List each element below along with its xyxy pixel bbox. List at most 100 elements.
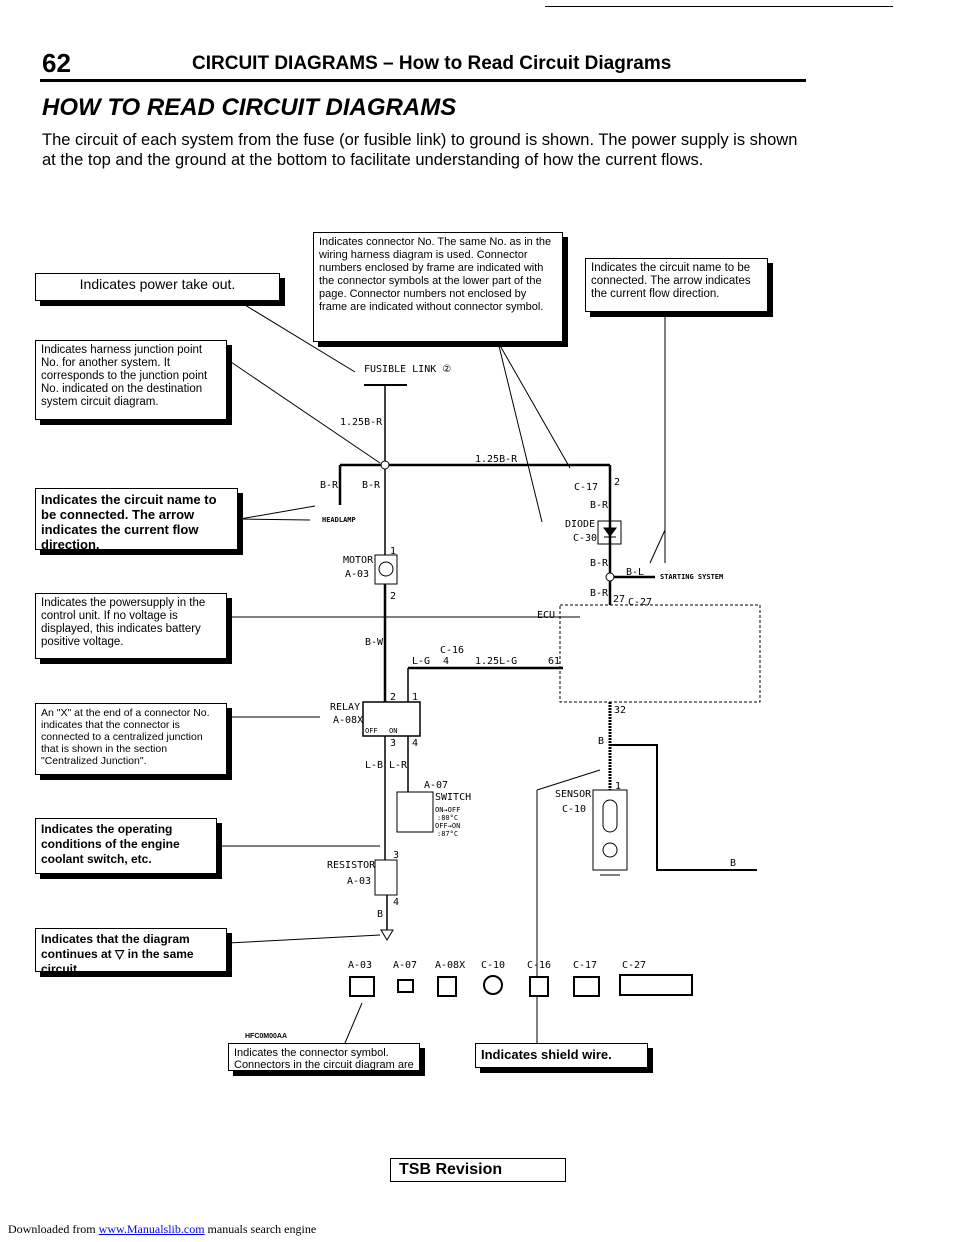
- label: :80°C: [437, 814, 458, 822]
- label: 4: [412, 738, 418, 749]
- label: B: [377, 909, 383, 920]
- diagram-element: [218, 301, 761, 1044]
- label: 1.25B-R: [340, 417, 383, 428]
- label: RESISTOR: [327, 860, 376, 871]
- label: STARTING SYSTEM: [660, 573, 723, 581]
- manual-page: 62 CIRCUIT DIAGRAMS – How to Read Circui…: [0, 0, 960, 1242]
- label: B-R: [362, 480, 381, 491]
- label: 32: [614, 705, 626, 716]
- label: OFF→ON: [435, 822, 460, 830]
- label: 1: [412, 692, 418, 703]
- label: B: [730, 858, 736, 869]
- label: 4: [443, 656, 449, 667]
- connector-label: A-08X: [333, 715, 363, 726]
- label: 1: [390, 546, 396, 557]
- connector-symbol: [573, 976, 600, 997]
- sensor-symbol: [602, 842, 618, 858]
- label: C-30: [573, 533, 597, 544]
- label: B-R: [320, 480, 339, 491]
- leader-line: [536, 769, 601, 791]
- motor-box: [374, 554, 398, 585]
- diagram-element: FUSIBLE LINK ② 1.25B-R 1.25B-R B-R B-R H…: [320, 364, 736, 920]
- callout-shield-wire: Indicates shield wire.: [475, 1043, 648, 1068]
- connector-label: A-03: [347, 876, 371, 887]
- connector-label: C-16: [440, 645, 464, 656]
- label: B-R: [590, 558, 609, 569]
- tsb-revision: TSB Revision: [390, 1158, 566, 1182]
- callout-x-connector: An "X" at the end of a connector No. ind…: [35, 703, 227, 775]
- connector-symbol: [619, 974, 693, 996]
- label: SWITCH: [435, 792, 471, 803]
- ecu-box: [559, 604, 761, 703]
- diagram-element: [349, 974, 693, 997]
- leader-line: [344, 1002, 363, 1044]
- label: MOTOR: [343, 555, 374, 566]
- label: B: [598, 736, 604, 747]
- label: 1: [615, 781, 621, 792]
- figure-code: HFC0M00AA: [245, 1033, 288, 1040]
- leader-line: [239, 505, 316, 520]
- connector-label: C-27: [628, 597, 652, 608]
- label: HEADLAMP: [322, 516, 356, 524]
- sensor-box: [592, 789, 628, 871]
- connector-symbol: [437, 976, 457, 997]
- connector-label: C-10: [562, 804, 586, 815]
- callout-connector-no: Indicates connector No. The same No. as …: [313, 232, 563, 342]
- connector-symbol: [529, 976, 549, 997]
- label: FUSIBLE LINK ②: [364, 364, 451, 375]
- label: SENSOR: [555, 789, 592, 800]
- junction-point: [605, 572, 615, 582]
- label: B-R: [590, 588, 609, 599]
- connector-symbol-label: A-07: [393, 960, 417, 971]
- continuation-symbol: [380, 929, 394, 941]
- callout-connector-symbol: Indicates the connector symbol. Connecto…: [228, 1043, 420, 1071]
- connector-symbol-label: C-17: [573, 960, 597, 971]
- callout-operating-conditions: Indicates the operating conditions of th…: [35, 818, 217, 874]
- callout-power-supply: Indicates the powersupply in the control…: [35, 593, 227, 659]
- manualslib-link[interactable]: www.Manualslib.com: [99, 1222, 205, 1236]
- label: L-G: [412, 656, 430, 667]
- label: ON: [389, 727, 397, 735]
- label: 1.25L-G: [475, 656, 517, 667]
- footer-prefix: Downloaded from: [8, 1222, 99, 1236]
- connector-symbols: A-03 A-07 A-08X C-10 C-16 C-17 C-27: [348, 960, 646, 971]
- leader-line: [649, 529, 666, 564]
- label: ON→OFF: [435, 806, 460, 814]
- label: RELAY: [330, 702, 360, 713]
- label: ECU: [537, 610, 555, 621]
- label: 2: [390, 591, 396, 602]
- callout-circuit-name-left: Indicates the circuit name to be connect…: [35, 488, 238, 552]
- diode-symbol: [603, 527, 617, 538]
- leader-line: [239, 518, 311, 521]
- junction-point: [380, 460, 390, 470]
- connector-symbol: [349, 976, 375, 997]
- footer-suffix: manuals search engine: [204, 1222, 317, 1236]
- label: 2: [614, 477, 620, 488]
- connector-symbol: [483, 975, 503, 995]
- label: 4: [393, 897, 399, 908]
- switch-box: [396, 791, 434, 833]
- connector-symbol-label: C-16: [527, 960, 551, 971]
- connector-symbol-label: C-10: [481, 960, 505, 971]
- connector-symbol-label: A-03: [348, 960, 372, 971]
- label: :87°C: [437, 830, 458, 838]
- connector-symbol-label: A-08X: [435, 960, 465, 971]
- thermistor-symbol: [602, 799, 618, 833]
- label: B-R: [590, 500, 609, 511]
- connector-label: C-17: [574, 482, 598, 493]
- connector-symbol-label: C-27: [622, 960, 646, 971]
- connector-label: A-07: [424, 780, 448, 791]
- label: 2: [390, 692, 396, 703]
- label: L-R: [389, 760, 408, 771]
- label: B-L: [626, 567, 644, 578]
- callout-junction-point: Indicates harness junction point No. for…: [35, 340, 227, 420]
- label: L-B: [365, 760, 383, 771]
- leader-line: [227, 359, 381, 464]
- leader-line: [227, 934, 381, 944]
- label: 61: [548, 656, 560, 667]
- label: OFF: [365, 727, 378, 735]
- connector-symbol: [397, 979, 414, 993]
- label: B-W: [365, 637, 384, 648]
- callout-power-take-out: Indicates power take out.: [35, 273, 280, 301]
- leader-line: [497, 341, 571, 469]
